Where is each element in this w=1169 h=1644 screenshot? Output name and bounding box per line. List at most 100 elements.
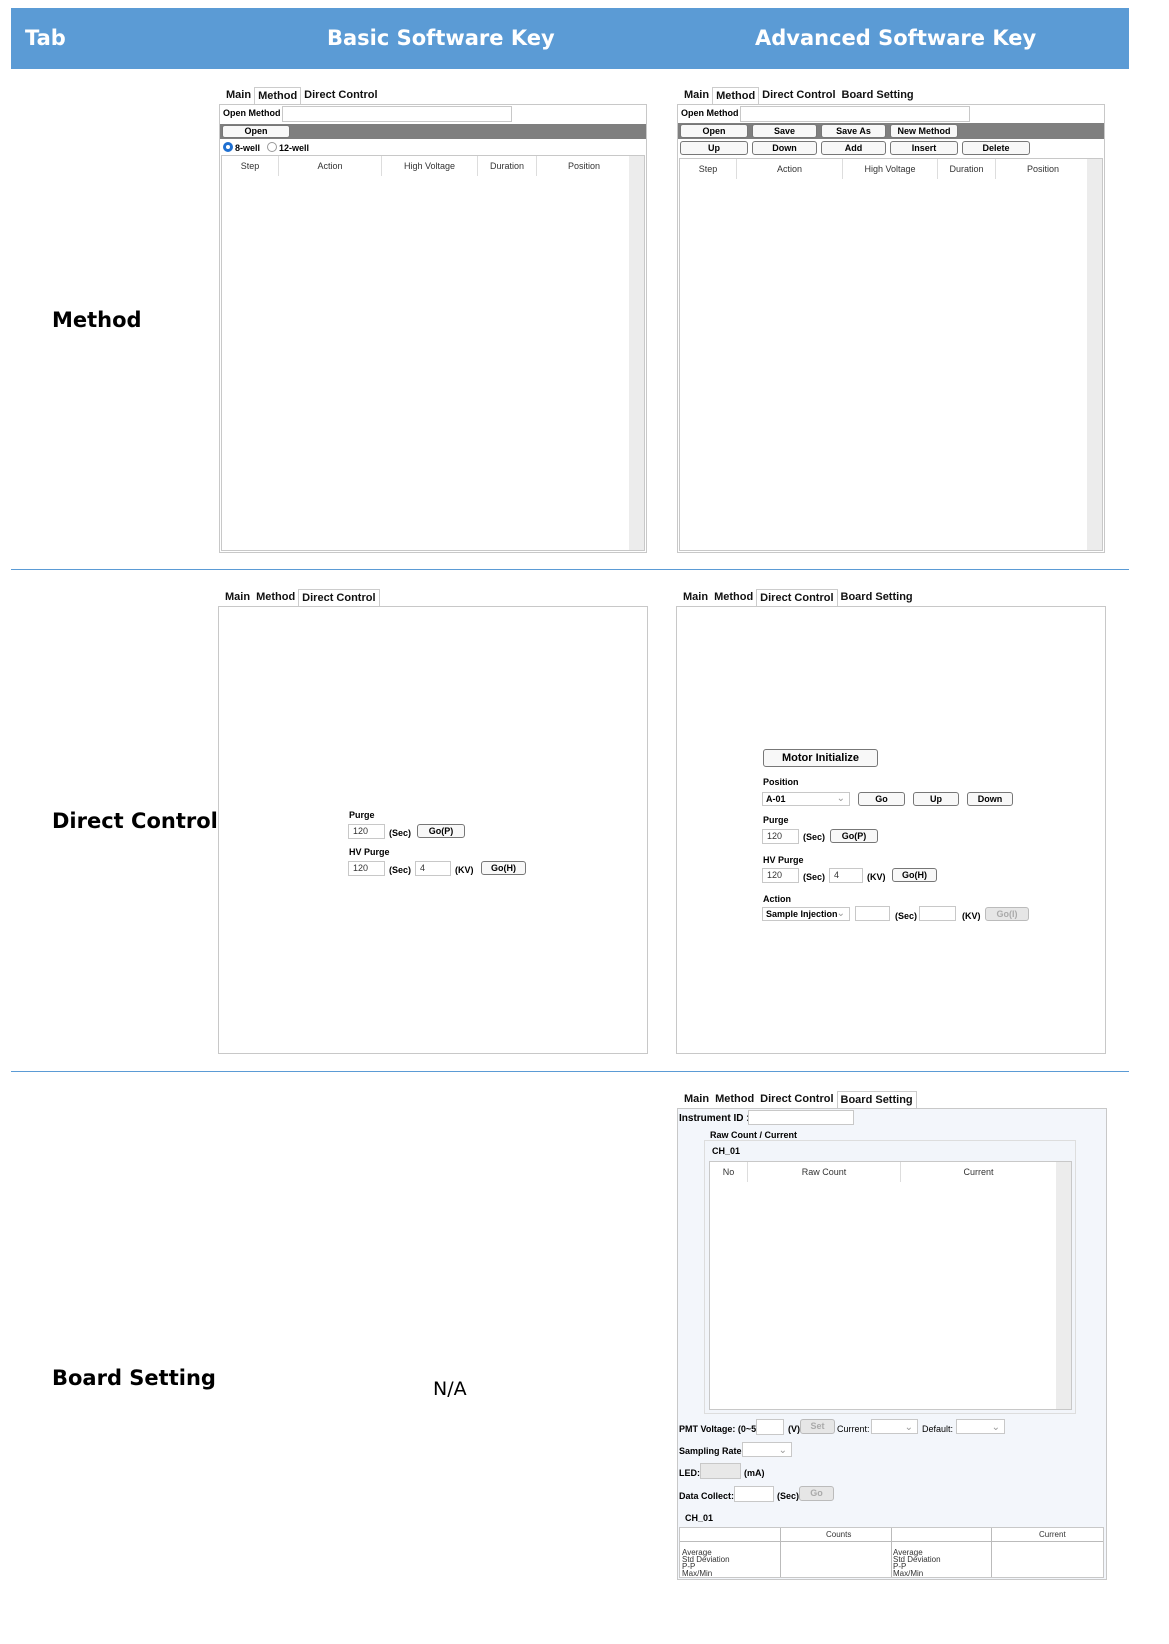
purge-seconds-input[interactable]: 120 [762,829,799,844]
column-duration: Duration [478,156,537,176]
go-h-button[interactable]: Go(H) [481,861,526,875]
scrollbar[interactable] [1056,1162,1071,1409]
tab-method[interactable]: Method [254,87,302,105]
current-select[interactable]: ⌄ [871,1419,918,1434]
header-tab: Tab [25,26,66,50]
up-button[interactable]: Up [680,141,748,155]
8-well-radio[interactable] [223,142,233,152]
tab-direct-control[interactable]: Direct Control [298,589,380,607]
tab-board-setting[interactable]: Board Setting [839,89,917,104]
chevron-down-icon: ⌄ [836,908,845,919]
hv-purge-kv-input[interactable]: 4 [829,868,863,883]
ch-01-label: CH_01 [685,1513,714,1523]
add-button[interactable]: Add [821,141,886,155]
tab-method[interactable]: Method [253,591,298,606]
data-collect-label: Data Collect: [679,1491,735,1501]
row-label-board: Board Setting [52,1366,216,1390]
12-well-radio[interactable] [267,142,277,152]
board-setting-screenshot: Main Method Direct Control Board Setting… [677,1086,1107,1580]
action-select[interactable]: Sample Injection ⌄ [762,907,850,921]
board-basic-na: N/A [433,1378,467,1400]
tab-main[interactable]: Main [223,89,254,104]
direct-advanced-screenshot: Main Method Direct Control Board Setting… [676,584,1106,1054]
instrument-id-input[interactable] [748,1110,854,1125]
sampling-rate-select[interactable]: ⌄ [742,1442,792,1457]
tab-main[interactable]: Main [222,591,253,606]
default-select[interactable]: ⌄ [956,1419,1005,1434]
hv-purge-seconds-input[interactable]: 120 [762,868,799,883]
chevron-down-icon: ⌄ [904,1422,913,1433]
pmt-voltage-input[interactable] [756,1419,784,1435]
statistics-table: Counts Current Average Std Deviation P-P… [679,1527,1104,1578]
raw-count-table[interactable]: No Raw Count Current [709,1161,1072,1410]
ma-unit: (mA) [744,1468,765,1478]
data-collect-input[interactable] [734,1486,774,1502]
direct-basic-screenshot: Main Method Direct Control Purge 120 (Se… [218,584,648,1054]
scrollbar[interactable] [1087,159,1102,550]
tab-direct-control[interactable]: Direct Control [756,589,838,607]
tab-direct-control[interactable]: Direct Control [759,89,838,104]
separator [11,1071,1129,1072]
motor-initialize-button[interactable]: Motor Initialize [763,749,878,767]
go-button[interactable]: Go [858,792,905,806]
column-duration: Duration [938,159,996,179]
tab-method[interactable]: Method [712,87,760,105]
save-as-button[interactable]: Save As [821,124,886,138]
set-button[interactable]: Set [800,1419,835,1434]
open-button[interactable]: Open [222,125,290,138]
insert-button[interactable]: Insert [890,141,958,155]
divider [780,1528,781,1577]
go-p-button[interactable]: Go(P) [830,829,878,843]
led-input[interactable] [700,1463,741,1479]
go-button[interactable]: Go [799,1486,834,1501]
method-steps-table[interactable]: Step Action High Voltage Duration Positi… [679,158,1103,551]
action-seconds-input[interactable] [855,906,890,921]
new-method-button[interactable]: New Method [890,124,958,138]
go-i-button[interactable]: Go(I) [985,907,1029,921]
sec-unit: (Sec) [803,832,826,842]
delete-button[interactable]: Delete [962,141,1030,155]
open-method-input[interactable] [740,106,970,122]
open-button[interactable]: Open [680,124,748,138]
up-button[interactable]: Up [913,792,959,806]
ch-01-tab[interactable]: CH_01 [712,1146,740,1156]
stat-max-min: Max/Min [893,1569,924,1578]
tab-method[interactable]: Method [711,591,756,606]
tab-direct-control[interactable]: Direct Control [757,1093,836,1108]
position-select[interactable]: A-01 ⌄ [762,792,850,806]
scrollbar[interactable] [629,156,644,550]
action-kv-input[interactable] [919,906,956,921]
stat-max-min: Max/Min [682,1569,713,1578]
sec-unit: (Sec) [389,865,412,875]
go-h-button[interactable]: Go(H) [892,868,937,882]
hv-purge-kv-input[interactable]: 4 [415,861,451,876]
divider [991,1528,992,1577]
method-advanced-screenshot: Main Method Direct Control Board Setting… [677,82,1105,553]
tab-method[interactable]: Method [712,1093,757,1108]
hv-purge-label: HV Purge [349,847,390,857]
save-button[interactable]: Save [752,124,817,138]
open-method-label: Open Method : [223,108,286,118]
row-label-direct: Direct Control [52,809,218,833]
tab-main[interactable]: Main [680,591,711,606]
kv-unit: (KV) [867,872,886,882]
purge-seconds-input[interactable]: 120 [348,824,385,839]
tab-board-setting[interactable]: Board Setting [836,1091,917,1109]
position-label: Position [763,777,799,787]
go-p-button[interactable]: Go(P) [417,824,465,838]
down-button[interactable]: Down [752,141,817,155]
sec-unit: (Sec) [803,872,826,882]
tab-main[interactable]: Main [681,1093,712,1108]
column-no: No [710,1162,748,1182]
column-step: Step [222,156,279,176]
column-current: Current [901,1162,1057,1182]
method-steps-table[interactable]: Step Action High Voltage Duration Positi… [221,155,645,551]
tab-direct-control[interactable]: Direct Control [301,89,380,104]
down-button[interactable]: Down [967,792,1013,806]
divider [891,1528,892,1577]
tab-main[interactable]: Main [681,89,712,104]
hv-purge-seconds-input[interactable]: 120 [348,861,385,876]
purge-label: Purge [349,810,375,820]
open-method-input[interactable] [282,106,512,122]
tab-board-setting[interactable]: Board Setting [838,591,916,606]
